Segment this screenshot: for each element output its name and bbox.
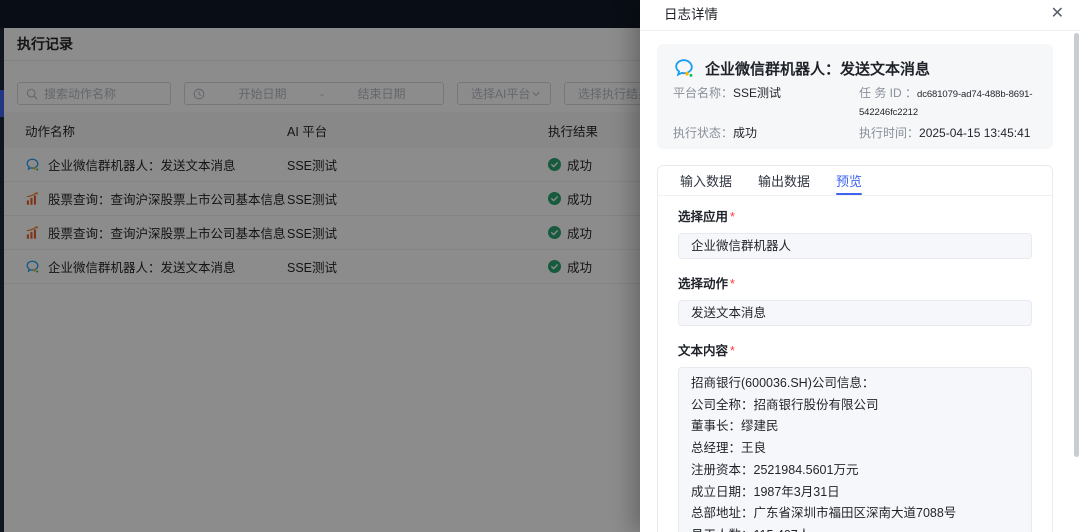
tab-preview[interactable]: 预览	[836, 166, 862, 195]
action-field: 发送文本消息	[678, 300, 1032, 326]
drawer-scrollbar[interactable]	[1073, 31, 1079, 532]
drawer-title: 日志详情	[664, 0, 718, 30]
summary-meta: 平台名称：SSE测试 任 务 ID ：dc681079-ad74-488b-86…	[673, 85, 1037, 142]
close-icon[interactable]: ✕	[1051, 0, 1064, 28]
app-label: 选择应用*	[678, 206, 1032, 225]
scrollbar-thumb[interactable]	[1074, 33, 1079, 457]
content-line: 注册资本：2521984.5601万元	[691, 460, 1019, 482]
content-line: 招商银行(600036.SH)公司信息：	[691, 373, 1019, 395]
required-mark: *	[730, 344, 735, 358]
tab-input-data[interactable]: 输入数据	[680, 166, 732, 195]
meta-time: 执行时间：2025-04-15 13:45:41	[859, 125, 1037, 142]
wechat-robot-icon	[673, 57, 695, 79]
log-detail-drawer: 日志详情 ✕ 企业微信群机器人：发送文本消息 平台名称：SSE测试 任 务 ID…	[640, 0, 1080, 532]
action-label: 选择动作*	[678, 273, 1032, 292]
required-mark: *	[730, 210, 735, 224]
detail-card: 输入数据 输出数据 预览 选择应用* 企业微信群机器人 选择动作* 发送文本消息…	[657, 165, 1053, 532]
meta-task-id: 任 务 ID ：dc681079-ad74-488b-8691-542246fc…	[859, 85, 1037, 121]
text-content-field: 招商银行(600036.SH)公司信息： 公司全称：招商银行股份有限公司 董事长…	[678, 367, 1032, 532]
summary-head: 企业微信群机器人：发送文本消息	[673, 54, 1037, 82]
content-line: 董事长：缪建民	[691, 416, 1019, 438]
preview-panel: 选择应用* 企业微信群机器人 选择动作* 发送文本消息 文本内容* 招商银行(6…	[658, 196, 1052, 532]
app-field: 企业微信群机器人	[678, 233, 1032, 259]
content-line: 总部地址：广东省深圳市福田区深南大道7088号	[691, 503, 1019, 525]
summary-title: 企业微信群机器人：发送文本消息	[705, 58, 930, 79]
content-line: 成立日期：1987年3月31日	[691, 482, 1019, 504]
drawer-body: 企业微信群机器人：发送文本消息 平台名称：SSE测试 任 务 ID ：dc681…	[640, 31, 1070, 532]
content-label: 文本内容*	[678, 340, 1032, 359]
meta-platform: 平台名称：SSE测试	[673, 85, 859, 121]
tab-bar: 输入数据 输出数据 预览	[658, 166, 1052, 196]
required-mark: *	[730, 277, 735, 291]
meta-status: 执行状态：成功	[673, 125, 859, 142]
content-line: 公司全称：招商银行股份有限公司	[691, 395, 1019, 417]
summary-card: 企业微信群机器人：发送文本消息 平台名称：SSE测试 任 务 ID ：dc681…	[657, 44, 1053, 149]
content-line: 员工人数：115,407人	[691, 525, 1019, 532]
drawer-header: 日志详情 ✕	[640, 0, 1080, 31]
tab-output-data[interactable]: 输出数据	[758, 166, 810, 195]
content-line: 总经理：王良	[691, 438, 1019, 460]
